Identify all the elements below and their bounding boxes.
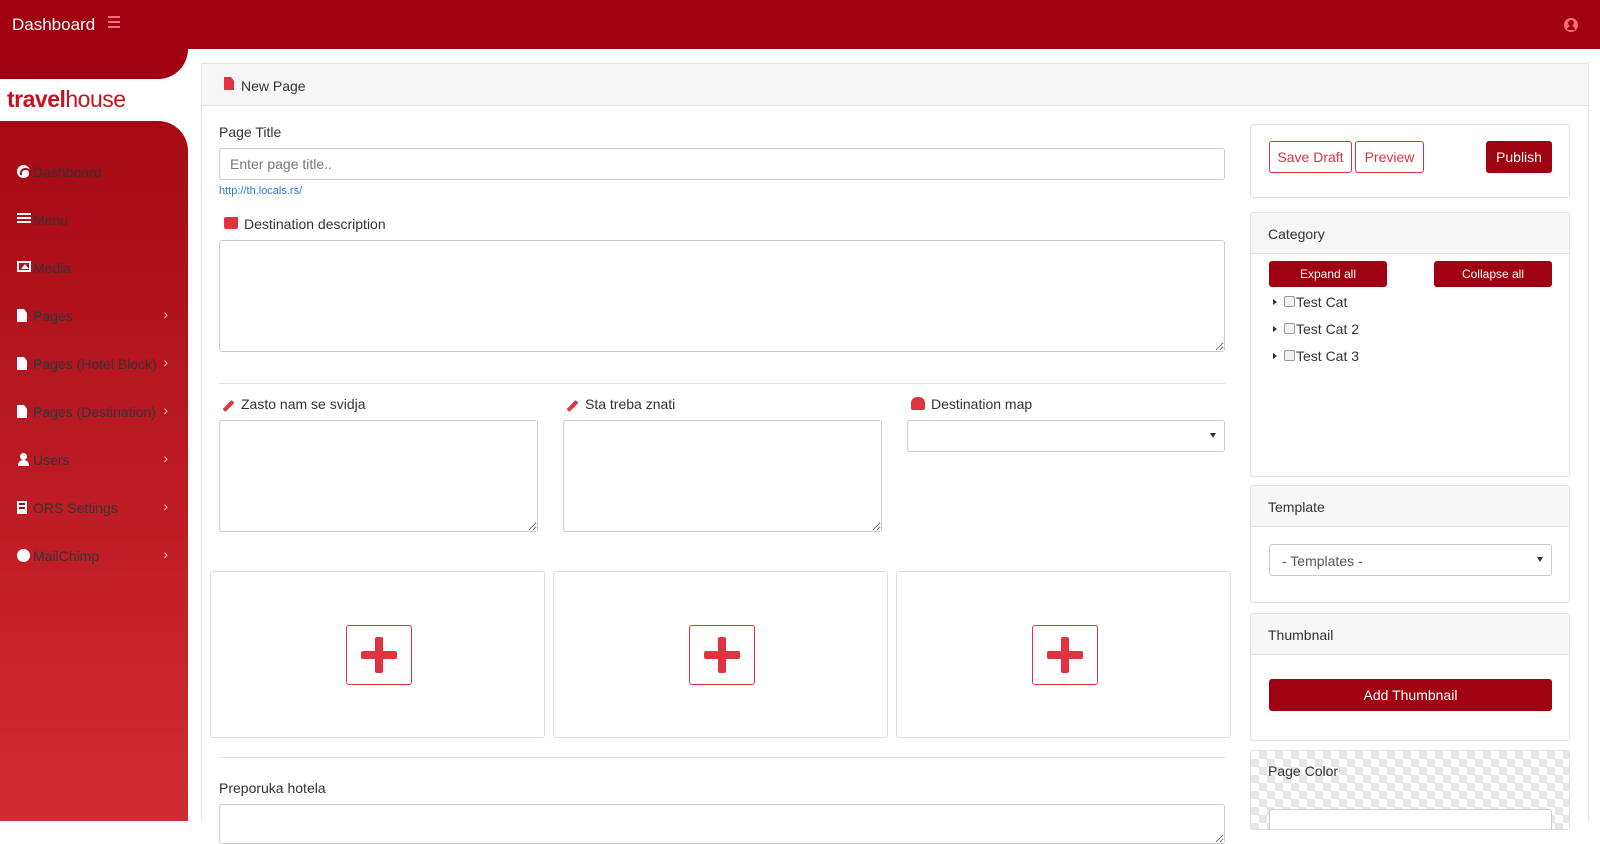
page-color-input[interactable] [1269, 809, 1552, 829]
caret-down-icon [1210, 433, 1216, 438]
chevron-right-icon: › [163, 498, 168, 514]
add-thumbnail-button[interactable]: Add Thumbnail [1269, 679, 1552, 711]
chevron-right-icon: › [163, 450, 168, 466]
panel-header: New Page [202, 64, 1588, 106]
scroll-icon [224, 217, 238, 229]
caret-right-icon[interactable] [1273, 299, 1277, 305]
sidebar-item-users[interactable]: Users › [0, 445, 188, 475]
pencil-icon [222, 399, 235, 413]
caret-down-icon [1537, 557, 1543, 562]
destination-description-textarea[interactable] [219, 240, 1225, 352]
file-icon [17, 357, 27, 370]
page-title-label: Page Title [219, 124, 282, 140]
panel-title: New Page [241, 78, 306, 94]
expand-all-button[interactable]: Expand all [1269, 261, 1387, 287]
map-marker-icon [911, 397, 925, 410]
caret-right-icon[interactable] [1273, 353, 1277, 359]
destination-map-select[interactable] [907, 420, 1225, 452]
image-upload-box [553, 571, 888, 738]
sta-label: Sta treba znati [585, 396, 676, 412]
page-color-card: Page Color [1250, 750, 1570, 830]
sta-textarea[interactable] [563, 420, 882, 532]
category-checkbox[interactable] [1284, 323, 1295, 334]
category-card: Category Expand all Collapse all Test Ca… [1250, 212, 1570, 477]
preporuka-label: Preporuka hotela [219, 780, 326, 796]
building-icon [17, 501, 27, 514]
user-account-icon[interactable] [1564, 18, 1578, 32]
chevron-right-icon: › [163, 546, 168, 562]
divider [219, 383, 1225, 384]
category-checkbox[interactable] [1284, 350, 1295, 361]
template-card: Template - Templates - [1250, 485, 1570, 603]
chevron-right-icon: › [163, 306, 168, 322]
collapse-all-button[interactable]: Collapse all [1434, 261, 1552, 287]
caret-right-icon[interactable] [1273, 326, 1277, 332]
sidebar-item-mailchimp[interactable]: MailChimp › [0, 541, 188, 571]
app-title: Dashboard [12, 15, 96, 34]
add-image-button[interactable] [689, 625, 755, 685]
template-select[interactable]: - Templates - [1269, 544, 1552, 576]
publish-button[interactable]: Publish [1486, 141, 1552, 173]
brand-logo[interactable]: travelhouse [7, 86, 126, 113]
sidebar-item-ors-settings[interactable]: ORS Settings › [0, 493, 188, 523]
destination-map-label: Destination map [931, 396, 1033, 412]
globe-icon [17, 549, 30, 562]
pencil-icon [566, 399, 579, 413]
file-icon [224, 77, 234, 90]
sidebar-item-dashboard[interactable]: Dashboard [0, 157, 188, 187]
divider [219, 757, 1225, 758]
chevron-right-icon: › [163, 402, 168, 418]
zasto-textarea[interactable] [219, 420, 538, 532]
page-url-link[interactable]: http://th.locals.rs/ [219, 185, 302, 197]
thumbnail-header: Thumbnail [1251, 614, 1569, 655]
zasto-label: Zasto nam se svidja [241, 396, 366, 412]
bars-icon [17, 213, 31, 223]
image-icon [17, 261, 31, 272]
chevron-right-icon: › [163, 354, 168, 370]
sidebar-header-shape [0, 49, 188, 79]
user-icon [17, 453, 31, 466]
sidebar-item-menu[interactable]: Menu [0, 205, 188, 235]
dashboard-icon [17, 165, 31, 178]
publish-card: Save Draft Preview Publish [1250, 124, 1570, 198]
thumbnail-card: Thumbnail Add Thumbnail [1250, 613, 1570, 741]
image-upload-box [896, 571, 1231, 738]
destination-description-label: Destination description [244, 216, 386, 232]
file-icon [17, 309, 27, 322]
sidebar-item-pages-destination[interactable]: Pages (Destination) › [0, 397, 188, 427]
preview-button[interactable]: Preview [1355, 141, 1424, 173]
sidebar-item-media[interactable]: Media [0, 253, 188, 283]
file-icon [17, 405, 27, 418]
top-bar: Dashboard [0, 0, 1600, 49]
sidebar-item-pages[interactable]: Pages › [0, 301, 188, 331]
add-image-button[interactable] [346, 625, 412, 685]
category-header: Category [1251, 213, 1569, 254]
preporuka-textarea[interactable] [219, 804, 1225, 844]
save-draft-button[interactable]: Save Draft [1269, 141, 1352, 173]
image-upload-box [210, 571, 545, 738]
template-header: Template [1251, 486, 1569, 527]
page-title-input[interactable] [219, 148, 1225, 180]
category-checkbox[interactable] [1284, 296, 1295, 307]
add-image-button[interactable] [1032, 625, 1098, 685]
sidebar-item-pages-hotel-block[interactable]: Pages (Hotel Block) › [0, 349, 188, 379]
page-color-title: Page Color [1268, 763, 1339, 779]
sidebar: Dashboard Menu Media Pages › Pages (Hote… [0, 121, 188, 821]
menu-toggle-icon[interactable] [108, 16, 120, 28]
